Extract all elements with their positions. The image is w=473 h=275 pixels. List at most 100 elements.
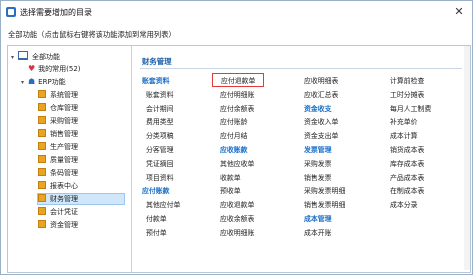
tree-node-label: 质量管理 [50,156,78,164]
panel-title: 财务管理 [142,57,172,66]
function-item[interactable]: 应收明细表 [304,75,338,85]
tree-node-module[interactable]: 条码管理 [38,168,124,178]
folder-icon [38,181,46,189]
function-item[interactable]: 成本计算 [390,130,418,140]
tree-node-module[interactable]: 财务管理 [37,193,125,205]
function-item[interactable]: 成本开账 [304,227,332,237]
function-item[interactable]: 销货成本表 [390,144,424,154]
function-item[interactable]: 工时分摊表 [390,89,424,99]
function-item[interactable]: 销售发票明细 [304,199,345,209]
function-tree: ▾ 全部功能 ♥ 我的常用(52) ▾ ☗ ERP功能 系统管理 仓库管理 采购管理 销售管理… [8,46,132,272]
function-item[interactable]: 应付余额表 [220,103,254,113]
tree-node-module[interactable]: 质量管理 [38,155,124,165]
computer-icon [18,51,28,60]
function-item[interactable]: 应付账龄 [220,116,248,126]
tree-node-module[interactable]: 生产管理 [38,142,124,152]
tree-node-label: 报表中心 [50,182,78,190]
app-icon [6,7,16,17]
tree-node-label: 会计凭证 [50,208,78,216]
collapse-icon[interactable]: ▾ [11,53,18,63]
tree-node-label: 全部功能 [32,53,60,61]
tree-node-module[interactable]: 资金管理 [38,220,124,230]
folder-icon [38,142,46,150]
category-heading: 应付账款 [142,187,170,196]
tree-node-module[interactable]: 采购管理 [38,116,124,126]
tree-node-label: 条码管理 [50,169,78,177]
close-icon[interactable]: ✕ [452,5,466,19]
function-item[interactable]: 销售发票 [304,172,332,182]
function-item[interactable]: 分客管理 [146,144,174,154]
collapse-icon[interactable]: ▾ [21,78,28,88]
tree-node-module[interactable]: 系统管理 [38,90,124,100]
folder-icon [38,116,46,124]
function-item[interactable]: 收款单 [220,172,241,182]
folder-icon [38,155,46,163]
title-bar: 选择需要增加的目录 ✕ [1,1,472,23]
tree-node-label: 仓库管理 [50,104,78,112]
function-item[interactable]: 凭证摘回 [146,158,174,168]
tree-node-common[interactable]: ♥ 我的常用(52) [28,64,81,74]
tree-node-label: 采购管理 [50,117,78,125]
tree-node-erp[interactable]: ▾ ☗ ERP功能 [21,77,66,87]
tree-node-label: 销售管理 [50,130,78,138]
folder-icon [38,220,46,228]
function-item[interactable]: 应收明细账 [220,227,254,237]
hint-text: 全部功能（点击鼠标右键将该功能添加到常用列表） [8,30,176,39]
function-panel: 财务管理 账套资料 账套资料 会计期间 费用类型 分类项稿 分客管理 凭证摘回 项目资料 应付账… [132,46,470,272]
function-item[interactable]: 应付月结 [220,130,248,140]
function-item[interactable]: 其他应收单 [220,158,254,168]
function-item[interactable]: 账套资料 [146,89,174,99]
function-item[interactable]: 付款单 [146,213,167,223]
tree-node-module[interactable]: 销售管理 [38,129,124,139]
category-heading: 应收账款 [220,146,248,154]
function-item[interactable]: 资金收入单 [304,116,338,126]
folder-icon [38,207,46,215]
function-item[interactable]: 产品成本表 [390,172,424,182]
tree-node-module[interactable]: 报表中心 [38,181,124,191]
function-item[interactable]: 应付明细账 [220,89,254,99]
tree-node-label: 资金管理 [50,221,78,229]
folder-icon [38,90,46,98]
tree-node-label: 我的常用(52) [38,65,81,73]
category-heading: 发票管理 [304,146,332,154]
function-item[interactable]: 预收单 [220,185,241,195]
folder-icon [38,129,46,137]
function-item[interactable]: 预付单 [146,227,167,237]
function-item[interactable]: 分类项稿 [146,130,174,140]
category-heading: 账套资料 [142,77,170,85]
folder-icon [38,103,46,111]
tree-node-module[interactable]: 会计凭证 [38,207,124,217]
tree-node-module[interactable]: 仓库管理 [38,103,124,113]
function-item[interactable]: 费用类型 [146,116,174,126]
folder-icon [38,194,46,202]
function-item[interactable]: 采购发票明细 [304,185,345,195]
function-item[interactable]: 应收汇总表 [304,89,338,99]
tree-node-all[interactable]: ▾ 全部功能 [11,51,60,61]
tree-node-label: ERP功能 [38,78,66,86]
function-item[interactable]: 项目资料 [146,172,174,182]
tree-node-label: 财务管理 [50,195,78,203]
folder-icon [38,168,46,176]
tree-node-label: 生产管理 [50,143,78,151]
content-area: ▾ 全部功能 ♥ 我的常用(52) ▾ ☗ ERP功能 系统管理 仓库管理 采购管理 销售管理… [7,45,471,273]
erp-icon: ☗ [28,77,36,86]
function-item[interactable]: 采购发票 [304,158,332,168]
function-item[interactable]: 资金支出单 [304,130,338,140]
function-item[interactable]: 库存成本表 [390,158,424,168]
function-item[interactable]: 会计期间 [146,103,174,113]
scrollbar[interactable] [464,46,470,270]
window-title: 选择需要增加的目录 [20,8,92,17]
function-item[interactable]: 应收余额表 [220,213,254,223]
function-item[interactable]: 应收退款单 [220,199,254,209]
function-item[interactable]: 补充单价 [390,116,418,126]
function-item[interactable]: 其他应付单 [146,199,180,209]
panel-divider [140,68,462,69]
function-item[interactable]: 成本分录 [390,199,418,209]
category-heading: 成本管理 [304,215,332,223]
function-item[interactable]: 在制成本表 [390,185,424,195]
category-heading: 资金收支 [304,104,332,113]
function-item[interactable]: 每月人工制费 [390,103,431,113]
function-item[interactable]: 应付退款单 [212,73,265,87]
function-item[interactable]: 计算前检查 [390,75,424,85]
tree-node-label: 系统管理 [50,91,78,99]
